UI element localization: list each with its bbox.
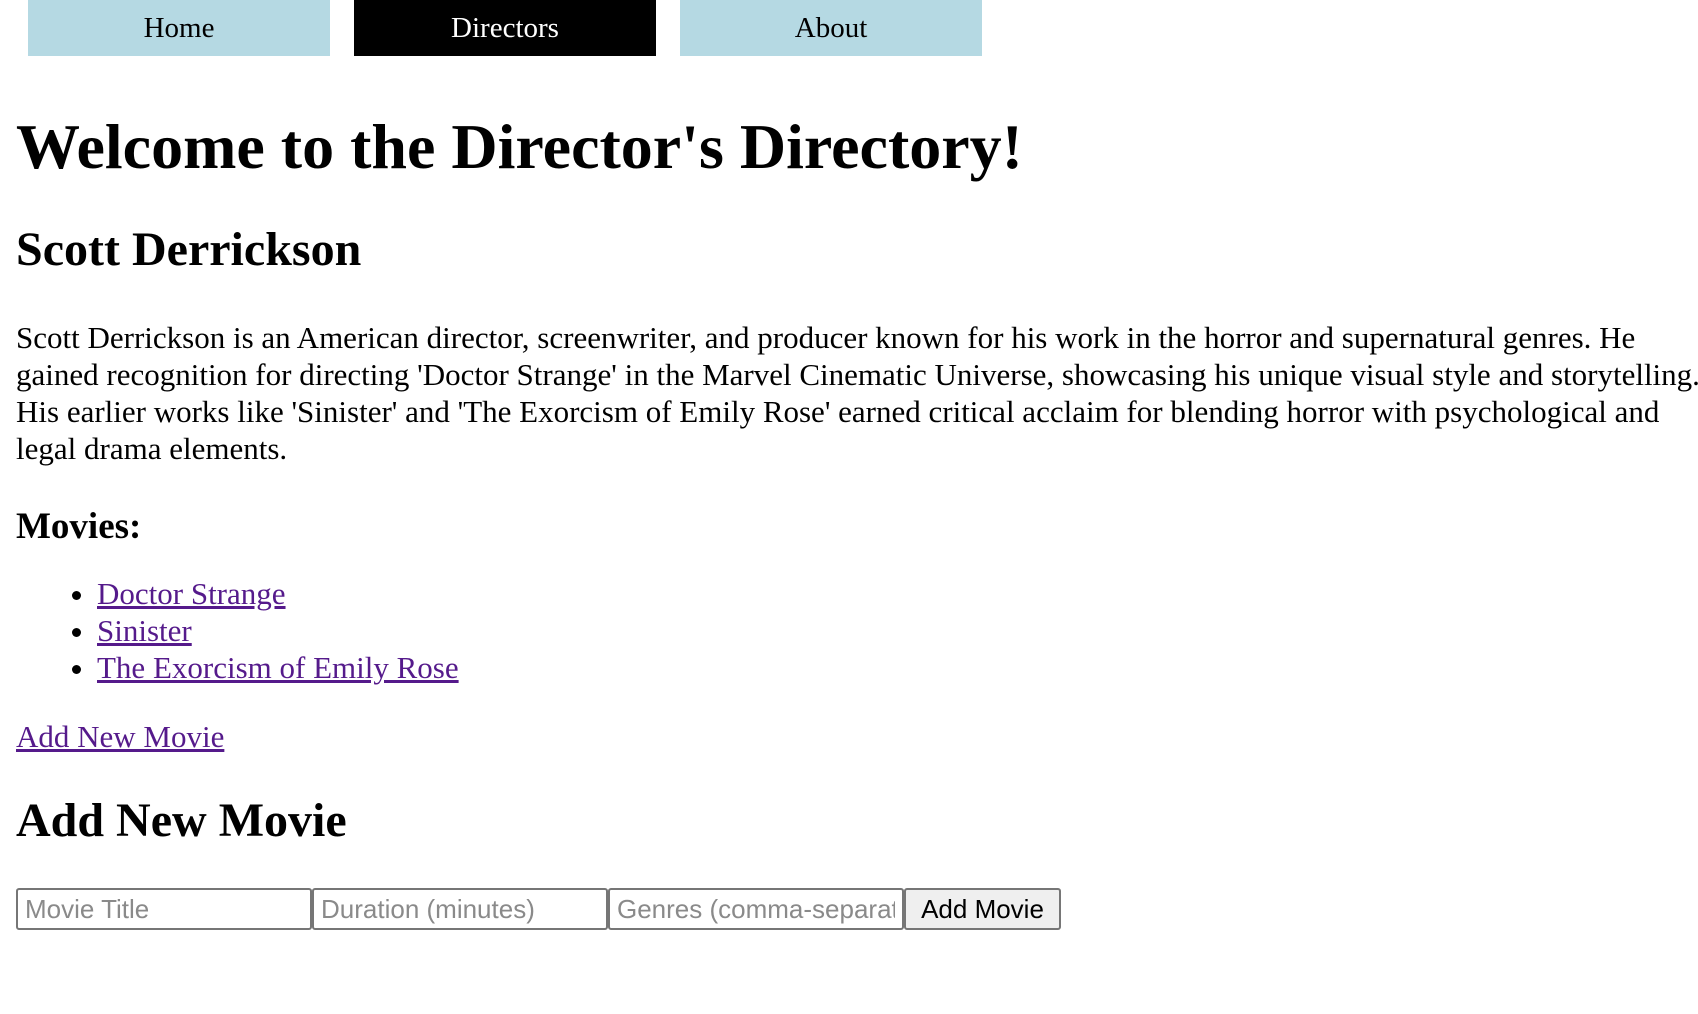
nav-tab-home[interactable]: Home [28, 0, 330, 56]
list-item: Doctor Strange [97, 575, 1682, 612]
movies-heading: Movies: [16, 505, 142, 547]
page: Home Directors About Welcome to the Dire… [0, 0, 1698, 1014]
movie-link-sinister[interactable]: Sinister [97, 613, 192, 648]
nav-tab-about[interactable]: About [680, 0, 982, 56]
add-new-movie-link[interactable]: Add New Movie [16, 718, 224, 755]
movie-link-doctor-strange[interactable]: Doctor Strange [97, 576, 286, 611]
duration-input[interactable] [312, 888, 608, 931]
movies-list: Doctor Strange Sinister The Exorcism of … [16, 575, 1682, 686]
movie-title-input[interactable] [16, 888, 312, 931]
movie-link-exorcism-of-emily-rose[interactable]: The Exorcism of Emily Rose [97, 650, 459, 685]
director-name: Scott Derrickson [16, 222, 362, 276]
top-nav: Home Directors About [28, 0, 1682, 56]
page-title: Welcome to the Director's Directory! [16, 111, 1023, 182]
director-bio: Scott Derrickson is an American director… [16, 319, 1698, 466]
list-item: Sinister [97, 612, 1682, 649]
add-movie-button[interactable]: Add Movie [904, 888, 1061, 931]
genres-input[interactable] [608, 888, 904, 931]
add-movie-form: Add Movie [16, 888, 1682, 931]
list-item: The Exorcism of Emily Rose [97, 649, 1682, 686]
add-movie-heading: Add New Movie [16, 794, 347, 848]
nav-tab-directors[interactable]: Directors [354, 0, 656, 56]
